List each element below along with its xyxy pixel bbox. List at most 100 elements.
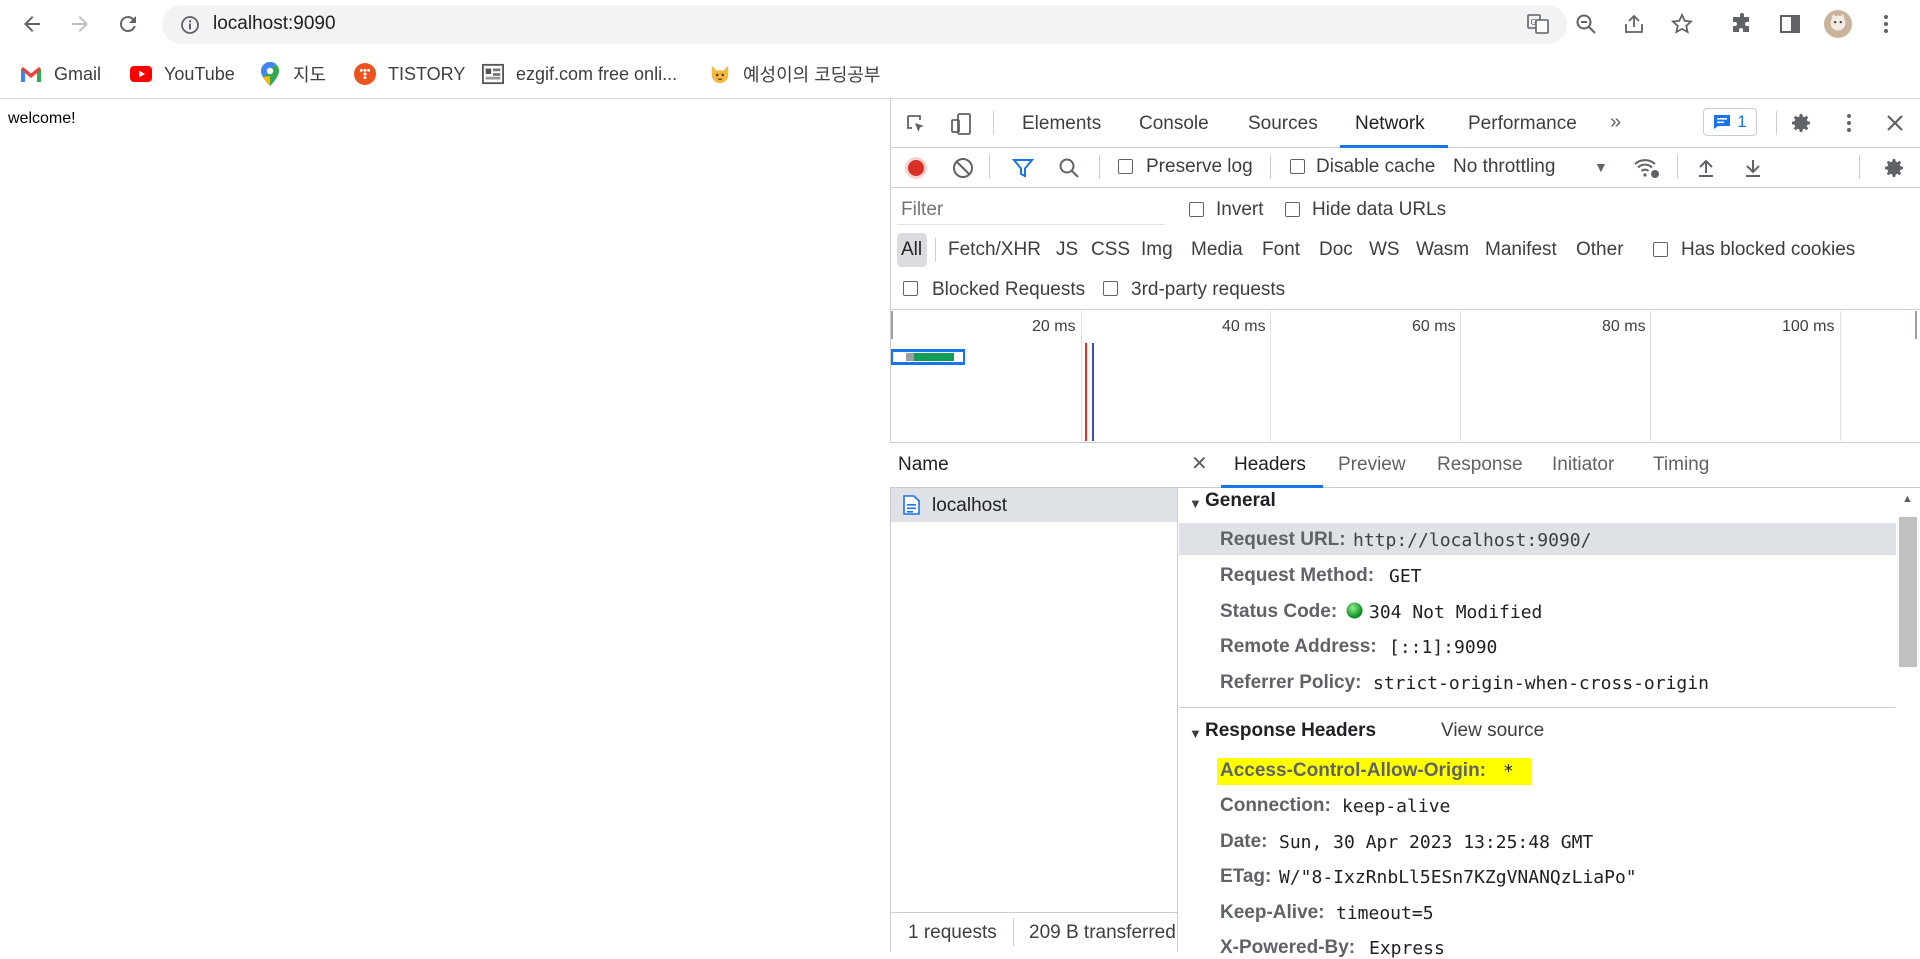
disable-cache-checkbox[interactable]	[1290, 159, 1305, 174]
filter-input[interactable]	[897, 196, 1165, 225]
zoom-out-icon[interactable]	[1572, 10, 1600, 38]
timeline-tick: 80 ms	[1602, 318, 1646, 335]
export-har-download-icon[interactable]	[1739, 154, 1767, 182]
tab-sources[interactable]: Sources	[1248, 113, 1318, 135]
chrome-menu-icon[interactable]	[1872, 10, 1900, 38]
tab-elements[interactable]: Elements	[1022, 113, 1101, 135]
scroll-up-arrow-icon[interactable]: ▲	[1902, 493, 1913, 505]
device-toolbar-icon[interactable]	[948, 110, 976, 138]
bookmark-coding-study[interactable]: 예성이의 코딩공부	[709, 61, 880, 87]
side-panel-icon[interactable]	[1776, 10, 1804, 38]
preserve-log-checkbox[interactable]	[1118, 159, 1133, 174]
bookmark-star-icon[interactable]	[1668, 10, 1696, 38]
forward-arrow-icon[interactable]	[66, 10, 94, 38]
request-method-value: GET	[1389, 566, 1422, 587]
hide-data-urls-checkbox[interactable]	[1285, 202, 1300, 217]
filter-type-ws[interactable]: WS	[1369, 239, 1400, 261]
collapse-triangle-icon[interactable]: ▼	[1189, 726, 1202, 741]
filter-type-manifest[interactable]: Manifest	[1485, 239, 1557, 261]
filter-type-all[interactable]: All	[901, 239, 922, 261]
close-devtools-icon[interactable]	[1881, 109, 1909, 137]
network-conditions-icon[interactable]	[1633, 154, 1661, 182]
settings-gear-icon[interactable]	[1787, 109, 1815, 137]
tab-timing[interactable]: Timing	[1653, 454, 1709, 476]
preserve-log-label: Preserve log	[1146, 156, 1253, 177]
status-dot-icon	[1346, 602, 1363, 619]
header-value: W/"8-IxzRnbLl5ESn7KZgVNANQzLiaPo"	[1279, 867, 1637, 888]
bookmark-label: 지도	[293, 65, 327, 85]
profile-avatar[interactable]	[1824, 10, 1852, 38]
tab-console[interactable]: Console	[1139, 113, 1209, 135]
header-key: X-Powered-By:	[1220, 937, 1356, 958]
share-icon[interactable]	[1620, 10, 1648, 38]
timeline-gridline	[1840, 311, 1841, 441]
request-method-key: Request Method:	[1220, 565, 1375, 586]
filter-type-doc[interactable]: Doc	[1319, 239, 1353, 261]
referrer-policy-value: strict-origin-when-cross-origin	[1373, 673, 1709, 694]
reload-icon[interactable]	[114, 10, 142, 38]
bookmark-gmail[interactable]: Gmail	[20, 61, 101, 87]
extensions-puzzle-icon[interactable]	[1728, 10, 1756, 38]
tab-network[interactable]: Network	[1355, 113, 1425, 135]
bookmark-youtube[interactable]: YouTube	[130, 61, 235, 87]
filter-type-wasm[interactable]: Wasm	[1416, 239, 1469, 261]
header-value: timeout=5	[1336, 903, 1434, 924]
request-bar-waiting	[906, 353, 914, 361]
import-har-upload-icon[interactable]	[1692, 154, 1720, 182]
header-key: Access-Control-Allow-Origin:	[1220, 760, 1487, 781]
overview-right-handle[interactable]	[1915, 311, 1917, 339]
chevron-down-icon[interactable]: ▼	[1594, 159, 1608, 175]
gmail-icon	[20, 63, 42, 85]
bookmark-ezgif[interactable]: ezgif.com free onli...	[482, 61, 677, 87]
address-bar[interactable]	[162, 5, 1567, 44]
load-event-line	[1092, 343, 1094, 441]
issues-counter-button[interactable]: 1	[1703, 108, 1757, 136]
collapse-triangle-icon[interactable]: ▼	[1189, 496, 1202, 511]
has-blocked-cookies-checkbox[interactable]	[1653, 242, 1668, 257]
invert-checkbox[interactable]	[1189, 202, 1204, 217]
details-scrollbar-thumb[interactable]	[1899, 517, 1917, 667]
third-party-requests-checkbox[interactable]	[1103, 281, 1118, 296]
status-code-key: Status Code:	[1220, 601, 1338, 622]
tab-response[interactable]: Response	[1437, 454, 1523, 476]
header-key: Keep-Alive:	[1220, 902, 1325, 923]
network-settings-gear-icon[interactable]	[1880, 154, 1908, 182]
filter-type-fetch-xhr[interactable]: Fetch/XHR	[948, 239, 1041, 261]
filter-type-css[interactable]: CSS	[1091, 239, 1130, 261]
filter-type-font[interactable]: Font	[1262, 239, 1300, 261]
filter-type-other[interactable]: Other	[1576, 239, 1624, 261]
throttling-select[interactable]: No throttling	[1453, 156, 1555, 178]
filter-type-js[interactable]: JS	[1056, 239, 1078, 261]
clear-icon[interactable]	[949, 154, 977, 182]
header-value: Express	[1369, 938, 1445, 959]
filter-type-media[interactable]: Media	[1191, 239, 1243, 261]
more-tabs-chevron-icon[interactable]: »	[1610, 111, 1621, 134]
overview-left-handle[interactable]	[891, 311, 893, 339]
bookmark-tistory[interactable]: TISTORY	[354, 61, 465, 87]
devtools-menu-icon[interactable]	[1835, 109, 1863, 137]
request-name[interactable]: localhost	[932, 495, 1007, 517]
filter-funnel-icon[interactable]	[1009, 154, 1037, 182]
record-stop-icon[interactable]	[902, 154, 930, 182]
site-info-icon[interactable]	[176, 11, 204, 39]
tab-performance[interactable]: Performance	[1468, 113, 1577, 135]
inspect-element-icon[interactable]	[902, 110, 930, 138]
view-source-link[interactable]: View source	[1441, 720, 1544, 742]
tab-headers[interactable]: Headers	[1234, 454, 1306, 476]
tab-preview[interactable]: Preview	[1338, 454, 1406, 476]
timeline-gridline	[1081, 311, 1082, 441]
blocked-requests-checkbox[interactable]	[903, 281, 918, 296]
summary-divider	[1013, 918, 1014, 946]
ezgif-icon	[482, 63, 504, 85]
url-text[interactable]: localhost:9090	[213, 13, 336, 35]
response-headers-section-title[interactable]: Response Headers	[1205, 720, 1376, 742]
timeline-tick: 100 ms	[1782, 318, 1835, 335]
close-details-icon[interactable]: ✕	[1191, 451, 1208, 476]
tab-initiator[interactable]: Initiator	[1552, 454, 1614, 476]
filter-type-img[interactable]: Img	[1141, 239, 1173, 261]
translate-icon[interactable]: G	[1524, 10, 1552, 38]
back-arrow-icon[interactable]	[18, 10, 46, 38]
search-icon[interactable]	[1055, 154, 1083, 182]
bookmark-maps[interactable]: 지도	[259, 61, 326, 87]
general-section-title[interactable]: General	[1205, 490, 1276, 512]
